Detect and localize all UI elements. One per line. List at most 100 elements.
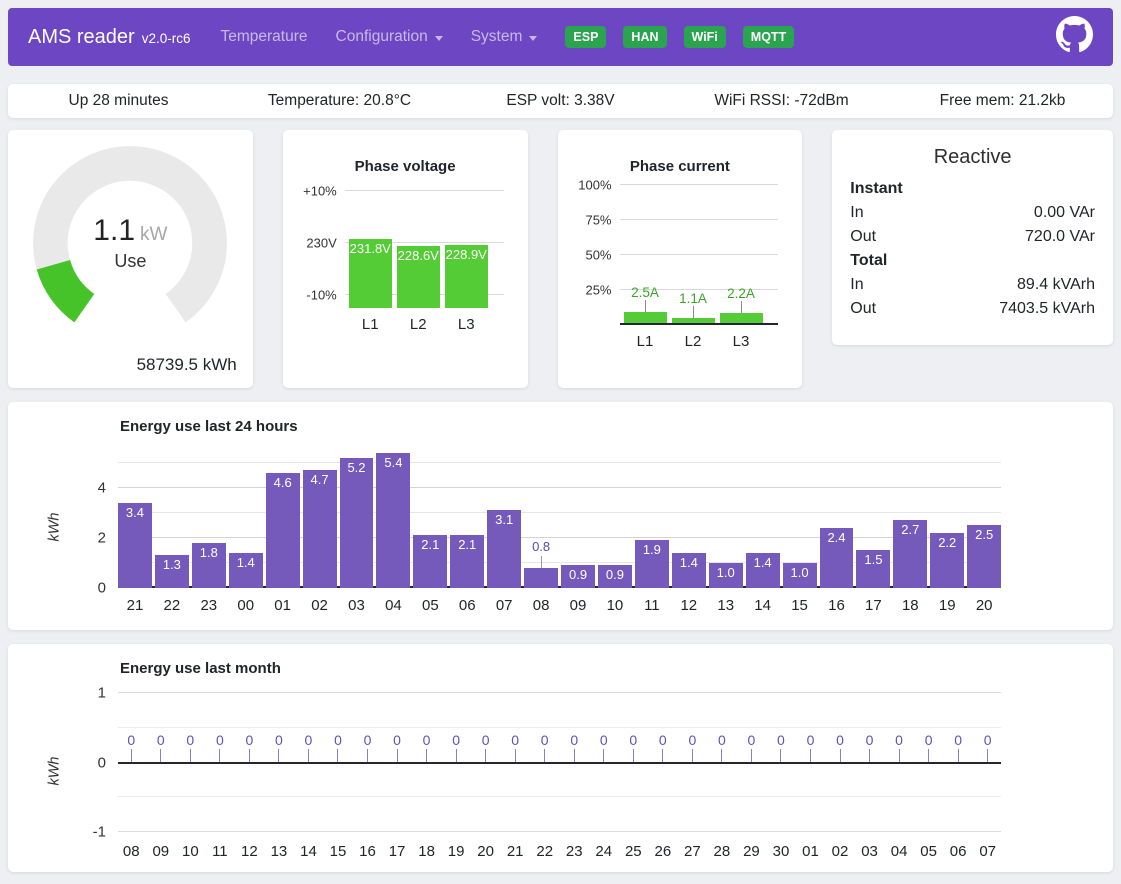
label-connector-line [928, 749, 929, 762]
label-connector-line [721, 749, 722, 762]
reactive-section-header: Total [850, 249, 1095, 273]
y-tick-label: 230V [295, 236, 337, 251]
bar-value-label: 5.4 [376, 455, 410, 470]
bar-wrap: 0 [177, 692, 204, 762]
voltage-value-label: 228.9V [445, 245, 488, 262]
bar-wrap: 1.0 [783, 451, 817, 588]
bar-value-label: 0 [748, 732, 756, 748]
bar-wrap: 0 [531, 692, 558, 762]
energy-bar: 2.1 [413, 535, 447, 588]
bar-wrap: 2.1 [413, 451, 447, 588]
nav-link-configuration[interactable]: Configuration [336, 28, 443, 46]
status-badge-mqtt: MQTT [743, 26, 794, 48]
phase-current-chart: 100%75%50%25%2.5A1.1A2.2AL1L2L3 [558, 185, 803, 350]
reactive-row: Out720.0 VAr [850, 225, 1095, 249]
bar-wrap: 2.5 [967, 451, 1001, 588]
energy-bar: 2.4 [820, 528, 854, 588]
x-tick-label: 17 [856, 597, 890, 614]
x-tick-label: 03 [856, 843, 883, 860]
energy-bar: 1.0 [709, 563, 743, 588]
x-tick-label: 23 [192, 597, 226, 614]
bar-wrap: 0 [325, 692, 352, 762]
status-badge-wifi: WiFi [684, 26, 726, 48]
y-tick-label: -10% [295, 288, 337, 303]
reactive-row: Out7403.5 kVArh [850, 297, 1095, 321]
voltage-value-label: 228.6V [397, 246, 440, 263]
bar-wrap: 1.4 [229, 451, 263, 588]
bar-wrap: 0.8 [524, 451, 558, 588]
label-connector-line [337, 749, 338, 762]
x-tick-label: 18 [413, 843, 440, 860]
label-connector-line [899, 749, 900, 762]
energy-bar: 1.4 [229, 553, 263, 588]
bar-value-label: 5.2 [340, 460, 374, 475]
x-tick-label: 04 [886, 843, 913, 860]
chart-gridline [345, 190, 504, 191]
bar-wrap: 0 [443, 692, 470, 762]
bar-wrap: 0 [295, 692, 322, 762]
nav-link-temperature[interactable]: Temperature [221, 28, 308, 46]
energy-bar: 1.0 [783, 563, 817, 588]
nav-link-label: Temperature [221, 28, 308, 46]
label-connector-line [645, 300, 646, 312]
bar-value-label: 0 [984, 732, 992, 748]
nav-link-system[interactable]: System [471, 28, 538, 46]
x-tick-label: 29 [738, 843, 765, 860]
x-tick-label: 19 [443, 843, 470, 860]
y-tick-label: 25% [570, 283, 612, 298]
label-connector-line [840, 749, 841, 762]
energy-month-ylabel: kWh [47, 757, 63, 786]
y-tick-label: +10% [295, 184, 337, 199]
x-tick-label: 15 [783, 597, 817, 614]
navbar-brand[interactable]: AMS reader v2.0-rc6 [28, 26, 191, 49]
x-tick-label: 13 [266, 843, 293, 860]
energy-bar: 1.4 [672, 553, 706, 588]
reactive-row-value: 0.00 VAr [1034, 201, 1095, 225]
bar-wrap: 0.9 [598, 451, 632, 588]
label-connector-line [190, 749, 191, 762]
x-tick-label: 06 [945, 843, 972, 860]
energy-month-bars: 000000000000000000000000000000 [118, 692, 1001, 762]
top-cards-row: 1.1kW Use 58739.5 kWh Phase voltage +10%… [8, 130, 1113, 388]
y-tick-label: 75% [570, 213, 612, 228]
x-axis-line [620, 323, 779, 325]
y-tick-label: 1 [72, 685, 106, 702]
x-tick-label: 05 [413, 597, 447, 614]
bar-wrap: 0 [354, 692, 381, 762]
bar-value-label: 0 [423, 732, 431, 748]
y-tick-label: 100% [570, 178, 612, 193]
bar-wrap: 1.4 [672, 451, 706, 588]
github-icon [1056, 16, 1093, 58]
x-tick-label: 21 [118, 597, 152, 614]
label-connector-line [485, 749, 486, 762]
y-tick-label: -1 [72, 824, 106, 841]
github-link[interactable] [1056, 16, 1093, 58]
bar-value-label: 0 [807, 732, 815, 748]
chevron-down-icon [529, 36, 537, 41]
y-tick-label: 4 [72, 480, 106, 497]
bar-wrap: 1.8 [192, 451, 226, 588]
voltage-bar-l2: 228.6V [397, 246, 440, 308]
voltage-bars: 231.8V228.6V228.9V [349, 239, 488, 308]
gauge-center-text: 1.1kW Use [27, 214, 233, 272]
x-tick-label: 24 [591, 843, 618, 860]
energy-bar: 3.4 [118, 503, 152, 588]
current-col-l2: 1.1A [672, 291, 715, 323]
bar-value-label: 2.7 [893, 522, 927, 537]
energy-bar: 0.9 [561, 565, 595, 588]
bar-value-label: 1.3 [155, 557, 189, 572]
energy-bar: 4.6 [266, 473, 300, 588]
bar-value-label: 0 [245, 732, 253, 748]
bar-wrap: 0 [384, 692, 411, 762]
energy-month-plot: 10-1000000000000000000000000000000 [118, 693, 1001, 832]
bar-value-label: 0 [718, 732, 726, 748]
bar-value-label: 0 [777, 732, 785, 748]
bar-value-label: 0 [511, 732, 519, 748]
bar-value-label: 0 [659, 732, 667, 748]
reactive-row: In0.00 VAr [850, 201, 1095, 225]
bar-value-label: 0 [954, 732, 962, 748]
x-tick-label: L2 [672, 333, 715, 350]
bar-wrap: 1.5 [856, 451, 890, 588]
bar-value-label: 2.4 [820, 530, 854, 545]
x-tick-label: 21 [502, 843, 529, 860]
